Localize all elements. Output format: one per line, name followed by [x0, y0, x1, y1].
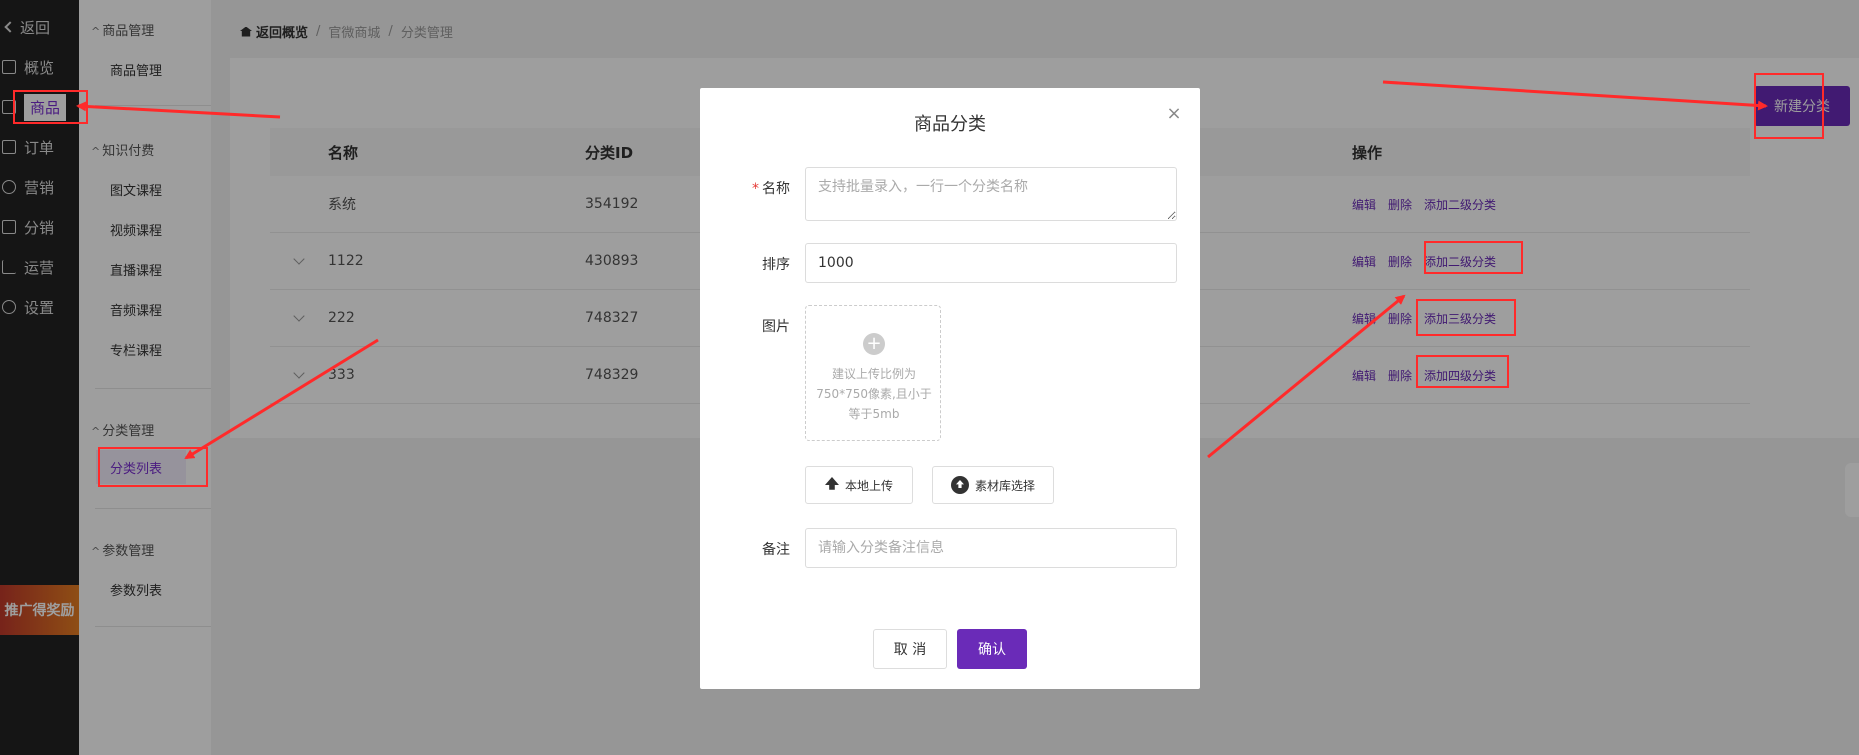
- annotation-box-add-level3: [1416, 299, 1516, 336]
- image-label: 图片: [762, 319, 790, 335]
- name-label: * 名称: [740, 178, 790, 198]
- sort-label: 排序: [762, 257, 790, 273]
- modal-title: 商品分类: [914, 114, 986, 135]
- annotation-box-add-level4: [1416, 355, 1509, 388]
- local-upload-button[interactable]: 本地上传: [805, 466, 913, 504]
- plus-icon: +: [863, 333, 885, 355]
- upload-icon: [824, 477, 839, 490]
- confirm-button[interactable]: 确认: [957, 629, 1027, 669]
- category-modal: 商品分类 × *名称 排序 图片 + 建议上传比例为750*750像素,且小于等…: [700, 88, 1200, 689]
- annotation-box-goods: [13, 90, 88, 124]
- name-label-text: 名称: [762, 181, 790, 197]
- required-mark: *: [752, 181, 759, 197]
- image-upload-box[interactable]: + 建议上传比例为750*750像素,且小于等于5mb: [805, 305, 941, 441]
- upload-hint: 建议上传比例为750*750像素,且小于等于5mb: [816, 367, 932, 421]
- remark-field[interactable]: [805, 528, 1177, 568]
- annotation-box-new-category: [1754, 73, 1824, 139]
- cloud-upload-icon: [950, 476, 969, 494]
- sort-field[interactable]: [805, 243, 1177, 283]
- library-select-button[interactable]: 素材库选择: [932, 466, 1054, 504]
- library-select-label: 素材库选择: [974, 478, 1035, 493]
- annotation-box-category-list: [98, 447, 208, 487]
- cancel-button[interactable]: 取 消: [873, 629, 947, 669]
- remark-label: 备注: [762, 542, 790, 558]
- local-upload-label: 本地上传: [844, 478, 893, 493]
- annotation-box-add-level2: [1424, 241, 1523, 274]
- close-icon[interactable]: ×: [1166, 105, 1182, 123]
- name-field[interactable]: [805, 167, 1177, 221]
